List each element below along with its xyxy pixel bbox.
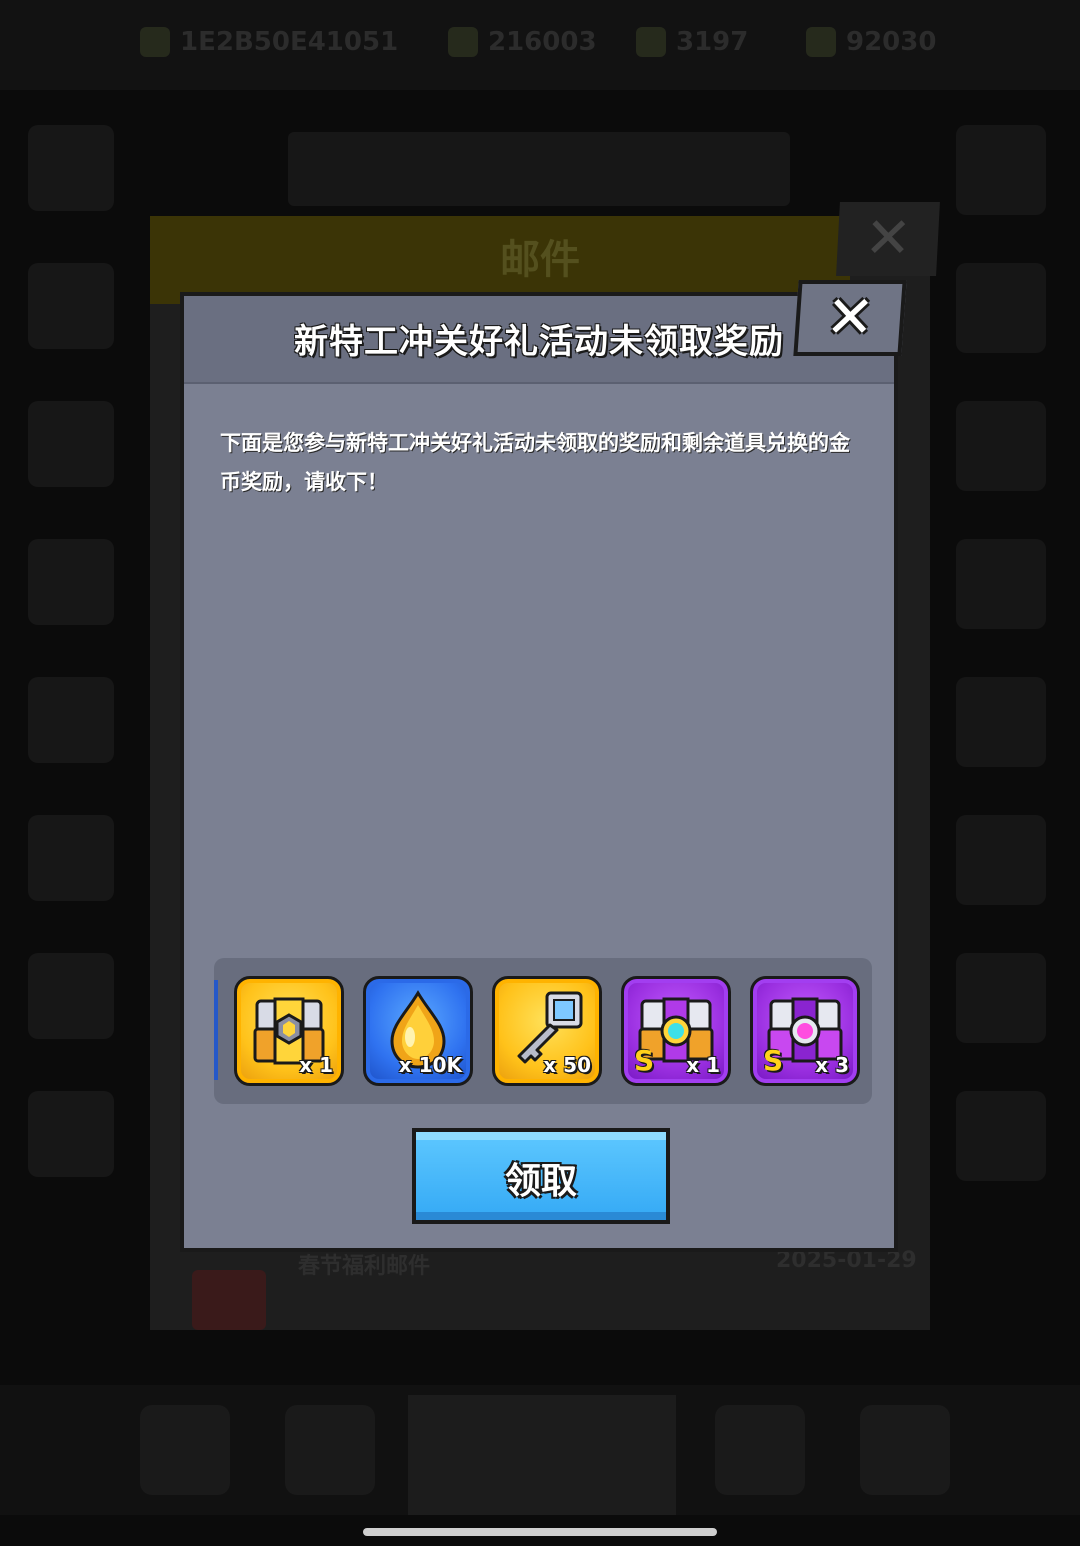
- rarity-badge: S: [634, 1044, 655, 1077]
- nav-settings-icon: [860, 1405, 950, 1495]
- top-resource-bar: 1E2B50E41051 216003 3197 92030: [0, 0, 1080, 90]
- nav-hero-icon: [285, 1405, 375, 1495]
- scroll-edge: [214, 980, 218, 1080]
- event-icon: [28, 401, 114, 487]
- resource-gem: 3197: [636, 22, 748, 62]
- player-icon: [140, 27, 170, 57]
- coin-icon: [448, 27, 478, 57]
- menu-icon: [28, 125, 114, 211]
- background-search-bar: [288, 132, 790, 206]
- reward-item[interactable]: x 1: [234, 976, 344, 1086]
- nav-shop-icon: [140, 1405, 230, 1495]
- event-icon: [956, 677, 1046, 767]
- dialog-header: 新特工冲关好礼活动未领取奖励: [184, 296, 894, 384]
- background-right-menu: [956, 125, 1056, 1245]
- event-icon: [28, 263, 114, 349]
- event-icon: [28, 815, 114, 901]
- reward-qty: x 1: [686, 1053, 720, 1077]
- resource-gold: 216003: [448, 22, 597, 62]
- close-icon: ✕: [823, 283, 877, 351]
- event-icon: [956, 125, 1046, 215]
- gift-icon: [192, 1270, 266, 1330]
- reward-list[interactable]: x 1 x 10K x 50 S x 1 S x 3: [214, 958, 872, 1104]
- nav-battle-tab: [408, 1395, 676, 1515]
- reward-qty: x 50: [543, 1053, 591, 1077]
- dialog-message: 下面是您参与新特工冲关好礼活动未领取的奖励和剩余道具兑换的金币奖励，请收下！: [220, 431, 850, 494]
- bottom-nav: [0, 1385, 1080, 1515]
- background-left-menu: [28, 125, 124, 1245]
- reward-item[interactable]: x 10K: [363, 976, 473, 1086]
- nav-guild-icon: [715, 1405, 805, 1495]
- close-button[interactable]: ✕: [793, 280, 907, 356]
- home-indicator[interactable]: [363, 1528, 717, 1536]
- event-icon: [956, 953, 1046, 1043]
- event-icon: [956, 539, 1046, 629]
- reward-qty: x 1: [299, 1053, 333, 1077]
- player-id: 1E2B50E41051: [140, 22, 398, 62]
- event-icon: [956, 1091, 1046, 1181]
- claim-button[interactable]: 领取: [412, 1128, 670, 1224]
- dialog-title: 新特工冲关好礼活动未领取奖励: [294, 322, 784, 362]
- claim-button-label: 领取: [504, 1161, 577, 1202]
- reward-item[interactable]: S x 1: [621, 976, 731, 1086]
- resource-energy: 92030: [806, 22, 936, 62]
- event-icon: [28, 1091, 114, 1177]
- event-icon: [28, 539, 114, 625]
- mail-close-icon: ✕: [836, 202, 940, 276]
- gem-icon: [636, 27, 666, 57]
- mail-item-title: 春节福利邮件: [298, 1254, 431, 1279]
- event-icon: [28, 677, 114, 763]
- reward-qty: x 10K: [398, 1053, 462, 1077]
- reward-item[interactable]: S x 3: [750, 976, 860, 1086]
- reward-qty: x 3: [815, 1053, 849, 1077]
- reward-item[interactable]: x 50: [492, 976, 602, 1086]
- event-icon: [28, 953, 114, 1039]
- event-icon: [956, 815, 1046, 905]
- reward-dialog: 新特工冲关好礼活动未领取奖励 下面是您参与新特工冲关好礼活动未领取的奖励和剩余道…: [180, 292, 898, 1252]
- rarity-badge: S: [763, 1044, 784, 1077]
- event-icon: [956, 263, 1046, 353]
- energy-icon: [806, 27, 836, 57]
- event-icon: [956, 401, 1046, 491]
